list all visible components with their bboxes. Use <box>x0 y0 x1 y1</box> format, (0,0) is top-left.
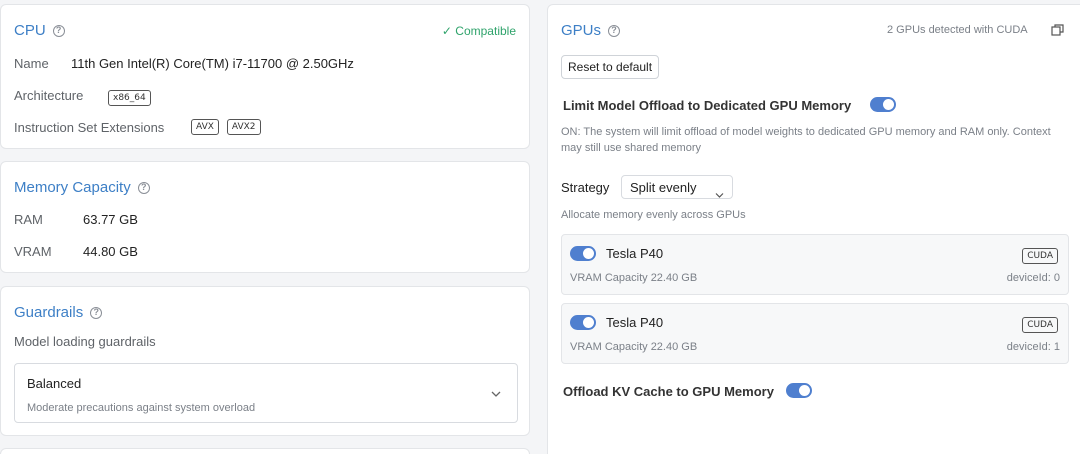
cpu-name-label: Name <box>14 56 49 71</box>
memory-title-text: Memory Capacity <box>14 179 131 196</box>
ram-label: RAM <box>14 212 43 227</box>
gpu-enable-toggle[interactable] <box>570 315 596 330</box>
gpu-device-card: Tesla P40 CUDA VRAM Capacity 22.40 GB de… <box>561 234 1069 295</box>
strategy-value: Split evenly <box>630 180 697 195</box>
reset-default-button[interactable]: Reset to default <box>561 55 660 79</box>
vram-label: VRAM <box>14 244 52 259</box>
help-icon[interactable]: ? <box>137 181 150 194</box>
kv-cache-label: Offload KV Cache to GPU Memory <box>563 384 774 399</box>
cuda-badge: CUDA <box>1022 317 1058 333</box>
cuda-badge: CUDA <box>1022 248 1058 264</box>
ise-tag: AVX2 <box>226 119 261 135</box>
kv-cache-toggle[interactable] <box>786 383 812 398</box>
ram-value: 63.77 GB <box>83 212 138 227</box>
guardrails-selected: Balanced <box>27 376 82 391</box>
strategy-select[interactable]: Split evenly <box>621 175 733 199</box>
copy-icon[interactable] <box>1051 23 1064 41</box>
cpu-arch-label: Architecture <box>14 88 84 103</box>
compatible-status: ✓ Compatible <box>442 24 516 38</box>
chevron-down-icon <box>491 384 501 402</box>
gpu-vram: VRAM Capacity 22.40 GB <box>570 272 698 284</box>
gpu-badge: CUDA <box>1022 314 1058 333</box>
cpu-title: CPU ? <box>14 22 65 39</box>
gpu-device-card: Tesla P40 CUDA VRAM Capacity 22.40 GB de… <box>561 303 1069 364</box>
cpu-ise-label: Instruction Set Extensions <box>14 120 165 135</box>
ise-tag: AVX <box>191 119 219 135</box>
strategy-label: Strategy <box>561 180 610 195</box>
check-icon: ✓ <box>441 24 452 38</box>
gpu-vram: VRAM Capacity 22.40 GB <box>570 341 698 353</box>
vram-value: 44.80 GB <box>83 244 138 259</box>
guardrails-card: Guardrails ? Model loading guardrails Ba… <box>0 286 530 436</box>
gpu-device-id: deviceId: 0 <box>1006 272 1060 284</box>
gpus-detected: 2 GPUs detected with CUDA <box>887 24 1028 36</box>
cpu-name-value: 11th Gen Intel(R) Core(TM) i7-11700 @ 2.… <box>71 56 354 71</box>
memory-title: Memory Capacity ? <box>14 179 150 196</box>
gpu-name: Tesla P40 <box>606 315 664 330</box>
guardrails-select[interactable]: Balanced Moderate precautions against sy… <box>14 363 518 423</box>
next-card <box>0 448 530 454</box>
gpu-enable-toggle[interactable] <box>570 246 596 261</box>
guardrails-title-text: Guardrails <box>14 304 84 321</box>
cpu-card: CPU ? ✓ Compatible Name 11th Gen Intel(R… <box>0 4 530 149</box>
cpu-title-text: CPU <box>14 22 46 39</box>
gpus-card: GPUs ? 2 GPUs detected with CUDA Reset t… <box>547 4 1080 454</box>
cpu-arch-tag: x86_64 <box>108 87 151 106</box>
gpu-device-id: deviceId: 1 <box>1006 341 1060 353</box>
limit-offload-desc: ON: The system will limit offload of mod… <box>561 124 1066 156</box>
limit-offload-toggle[interactable] <box>870 97 896 112</box>
guardrails-title: Guardrails ? <box>14 304 103 321</box>
compatible-label: Compatible <box>455 24 516 38</box>
gpu-name: Tesla P40 <box>606 246 664 261</box>
help-icon[interactable]: ? <box>608 24 621 37</box>
gpus-title: GPUs ? <box>561 22 621 39</box>
limit-offload-label: Limit Model Offload to Dedicated GPU Mem… <box>563 98 852 113</box>
guardrails-subtitle: Model loading guardrails <box>14 334 156 349</box>
cpu-ise-tags: AVX AVX2 <box>191 119 261 135</box>
help-icon[interactable]: ? <box>52 24 65 37</box>
gpu-badge: CUDA <box>1022 245 1058 264</box>
gpus-title-text: GPUs <box>561 22 602 39</box>
limit-offload-desc-text: ON: The system will limit offload of mod… <box>561 126 1051 154</box>
arch-tag: x86_64 <box>108 90 151 106</box>
strategy-desc: Allocate memory evenly across GPUs <box>561 209 746 221</box>
memory-card: Memory Capacity ? RAM 63.77 GB VRAM 44.8… <box>0 161 530 273</box>
help-icon[interactable]: ? <box>90 306 103 319</box>
guardrails-selected-desc: Moderate precautions against system over… <box>27 402 256 414</box>
chevron-down-icon <box>715 185 724 203</box>
